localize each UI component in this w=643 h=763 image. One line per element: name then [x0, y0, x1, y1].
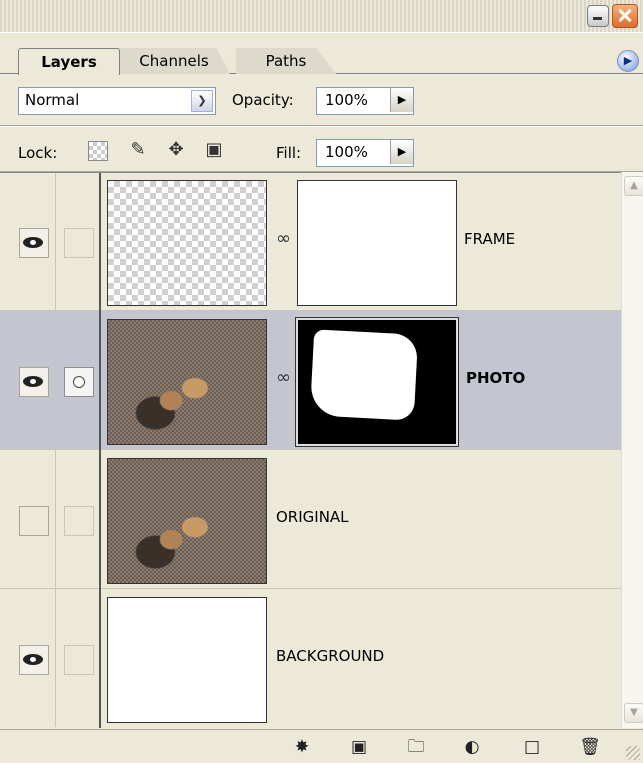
visibility-toggle[interactable] [19, 367, 49, 397]
lock-all-icon[interactable]: ▣ [203, 139, 225, 161]
layer-name[interactable]: ORIGINAL [276, 508, 349, 526]
close-button[interactable] [612, 4, 638, 28]
blend-mode-value: Normal [25, 91, 80, 109]
adjustment-layer-icon[interactable]: ◐ [460, 736, 484, 758]
tab-layers[interactable]: Layers [18, 48, 120, 75]
divider [0, 126, 643, 127]
fill-label: Fill: [276, 144, 302, 162]
layer-mask-thumbnail[interactable] [295, 317, 459, 447]
fill-slider-arrow-icon[interactable]: ▶ [390, 140, 413, 164]
tab-channels[interactable]: Channels [118, 48, 230, 74]
divider [55, 311, 56, 449]
layer-style-icon[interactable]: ✸ [290, 736, 314, 758]
layer-row-original[interactable]: ORIGINAL [0, 450, 621, 589]
layer-thumbnail[interactable] [107, 597, 267, 723]
mask-shape [309, 329, 419, 421]
link-toggle[interactable] [64, 506, 94, 536]
new-group-icon[interactable]: 🗀 [404, 736, 428, 758]
layers-list: ∞ FRAME ∞ PHOTO ORIGINAL BACKGROUND [0, 172, 621, 728]
divider [55, 450, 56, 588]
link-toggle[interactable] [64, 645, 94, 675]
opacity-slider-arrow-icon[interactable]: ▶ [390, 88, 413, 112]
divider [99, 172, 101, 728]
opacity-label: Opacity: [232, 91, 294, 109]
panel-title-bar[interactable] [0, 0, 643, 33]
visibility-toggle[interactable] [19, 506, 49, 536]
trash-icon[interactable]: 🗑 [578, 736, 602, 758]
layer-row-photo[interactable]: ∞ PHOTO [0, 311, 621, 450]
opacity-value: 100% [325, 91, 368, 109]
layer-mask-thumbnail[interactable] [297, 180, 457, 306]
layer-row-frame[interactable]: ∞ FRAME [0, 172, 621, 311]
panel-menu-arrow-icon[interactable]: ▶ [617, 50, 639, 72]
fill-value: 100% [325, 143, 368, 161]
visibility-toggle[interactable] [19, 228, 49, 258]
vertical-scrollbar[interactable]: ▲ ▼ [621, 172, 643, 728]
chain-link-icon[interactable]: ∞ [276, 228, 291, 252]
new-layer-icon[interactable]: □ [520, 736, 544, 758]
layer-name[interactable]: PHOTO [466, 369, 525, 387]
divider [0, 172, 621, 173]
mask-edit-indicator-icon[interactable] [64, 367, 94, 397]
fill-field[interactable]: 100% ▶ [316, 139, 414, 167]
eye-icon [23, 376, 43, 387]
layer-thumbnail[interactable] [107, 458, 267, 584]
scroll-down-button[interactable]: ▼ [624, 703, 643, 723]
eye-icon [23, 237, 43, 248]
lock-transparent-pixels-icon[interactable] [88, 141, 108, 161]
layer-name[interactable]: BACKGROUND [276, 647, 384, 665]
resize-grip[interactable] [626, 746, 640, 760]
lock-image-pixels-icon[interactable]: ✎ [127, 139, 149, 161]
eye-icon [23, 654, 43, 665]
chevron-down-icon[interactable]: ❯ [191, 90, 213, 112]
layer-thumbnail[interactable] [107, 180, 267, 306]
opacity-field[interactable]: 100% ▶ [316, 87, 414, 115]
divider [55, 172, 56, 310]
lock-label: Lock: [18, 144, 58, 162]
add-mask-icon[interactable]: ▣ [347, 736, 371, 758]
minimize-button[interactable] [587, 5, 609, 27]
divider [55, 589, 56, 727]
chain-link-icon[interactable]: ∞ [276, 367, 291, 391]
lock-position-icon[interactable]: ✥ [165, 139, 187, 161]
visibility-toggle[interactable] [19, 645, 49, 675]
layer-thumbnail[interactable] [107, 319, 267, 445]
scroll-up-button[interactable]: ▲ [624, 176, 643, 196]
layer-row-background[interactable]: BACKGROUND [0, 589, 621, 727]
layers-toolbar: ✸ ▣ 🗀 ◐ □ 🗑 [0, 729, 643, 763]
blend-mode-select[interactable]: Normal ❯ [18, 87, 216, 115]
link-toggle[interactable] [64, 228, 94, 258]
layer-name[interactable]: FRAME [464, 230, 515, 248]
tab-paths[interactable]: Paths [236, 48, 336, 74]
